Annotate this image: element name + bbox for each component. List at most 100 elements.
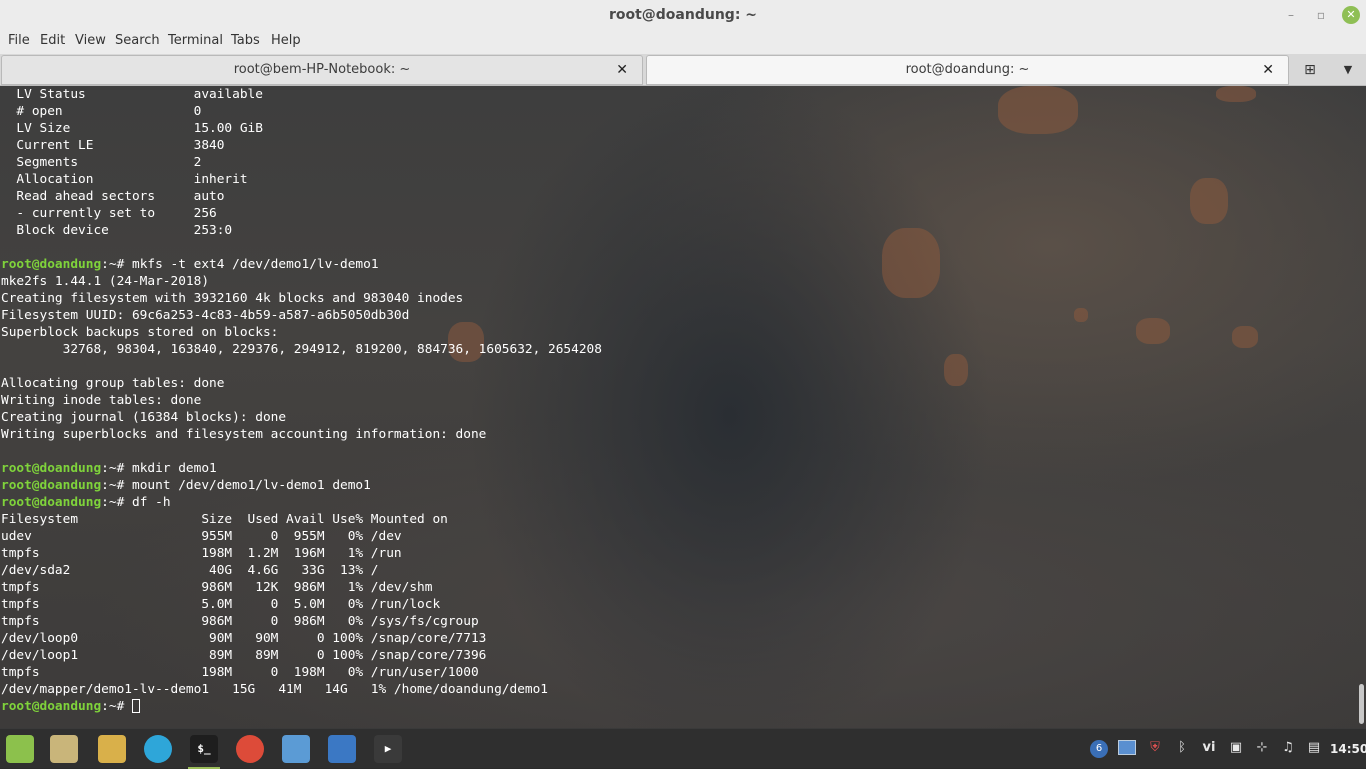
close-button[interactable]: ✕ (1342, 6, 1360, 24)
tab-label: root@doandung: ~ (905, 62, 1030, 77)
terminal-line: /dev/loop0 90M 90M 0 100% /snap/core/771… (1, 630, 602, 647)
shell-prompt: root@doandung (1, 461, 102, 476)
terminal-scrollbar[interactable] (1356, 86, 1366, 728)
output-text: Filesystem UUID: 69c6a253-4c83-4b59-a587… (1, 308, 410, 323)
terminal-line: Segments 2 (1, 154, 602, 171)
menu-search[interactable]: Search (115, 30, 160, 54)
notifications-icon[interactable]: 6 (1088, 737, 1110, 759)
media-player-icon[interactable]: ▶ (372, 733, 404, 765)
minimize-button[interactable]: – (1282, 6, 1300, 24)
scrollbar-thumb[interactable] (1359, 684, 1364, 724)
terminal-line: tmpfs 198M 1.2M 196M 1% /run (1, 545, 602, 562)
terminal-view[interactable]: LV Status available # open 0 LV Size 15.… (0, 86, 1366, 728)
notifications-count: 6 (1090, 740, 1108, 758)
background-lantern (1216, 86, 1256, 102)
menu-help[interactable]: Help (271, 30, 301, 54)
menu-view[interactable]: View (75, 30, 106, 54)
terminal-output: LV Status available # open 0 LV Size 15.… (1, 86, 602, 715)
prompt-path: :~ (101, 257, 117, 272)
terminal-line: 32768, 98304, 163840, 229376, 294912, 81… (1, 341, 602, 358)
background-lantern (1074, 308, 1088, 322)
shell-prompt: root@doandung (1, 478, 102, 493)
background-lantern (944, 354, 968, 386)
folder-icon[interactable] (48, 733, 80, 765)
prompt-path: :~ (101, 478, 117, 493)
terminal-line: /dev/loop1 89M 89M 0 100% /snap/core/739… (1, 647, 602, 664)
prompt-path: :~ (101, 495, 117, 510)
terminal-line: root@doandung:~# df -h (1, 494, 602, 511)
terminal-line: Writing superblocks and filesystem accou… (1, 426, 602, 443)
terminal-line: tmpfs 5.0M 0 5.0M 0% /run/lock (1, 596, 602, 613)
terminal-icon[interactable]: $_ (188, 733, 220, 769)
sound-icon[interactable]: ♫ (1278, 737, 1298, 759)
network-manager-icon[interactable] (1116, 737, 1138, 759)
background-lantern (1232, 326, 1258, 348)
bluetooth-icon[interactable]: ᛒ (1172, 737, 1192, 759)
tab-close-icon[interactable]: ✕ (616, 56, 628, 84)
terminal-line: tmpfs 986M 12K 986M 1% /dev/shm (1, 579, 602, 596)
output-text: - currently set to 256 (1, 206, 217, 221)
output-text: Block device 253:0 (1, 223, 233, 238)
chrome-icon[interactable] (234, 733, 266, 765)
tab-doandung[interactable]: root@doandung: ~ ✕ (646, 55, 1289, 85)
command-text: # mkfs -t ext4 /dev/demo1/lv-demo1 (116, 257, 379, 272)
tab-bem-hp-notebook[interactable]: root@bem-HP-Notebook: ~ ✕ (1, 55, 643, 85)
terminal-line: Creating journal (16384 blocks): done (1, 409, 602, 426)
output-text: tmpfs 198M 0 198M 0% /run/user/1000 (1, 665, 479, 680)
mint-menu-icon[interactable] (4, 733, 36, 765)
output-text: # open 0 (1, 104, 202, 119)
menu-edit[interactable]: Edit (40, 30, 65, 54)
terminal-line: Read ahead sectors auto (1, 188, 602, 205)
menu-tabs[interactable]: Tabs (231, 30, 260, 54)
maximize-button[interactable]: ▫ (1312, 6, 1330, 24)
update-shield-icon[interactable]: ⛨ (1144, 737, 1166, 759)
shell-prompt: root@doandung (1, 495, 102, 510)
terminal-line: root@doandung:~# (1, 698, 602, 715)
output-text: Creating journal (16384 blocks): done (1, 410, 287, 425)
keyboard-layout-indicator[interactable]: vi (1198, 737, 1220, 759)
clipboard-icon[interactable]: ▣ (1226, 737, 1246, 759)
terminal-line: Writing inode tables: done (1, 392, 602, 409)
files-icon[interactable] (96, 733, 128, 765)
battery-icon[interactable]: ▤ (1304, 737, 1324, 759)
telegram-icon[interactable] (142, 733, 174, 765)
output-text: /dev/loop0 90M 90M 0 100% /snap/core/771… (1, 631, 487, 646)
output-text: Writing superblocks and filesystem accou… (1, 427, 487, 442)
image-viewer-icon[interactable] (280, 733, 312, 765)
output-text: Segments 2 (1, 155, 202, 170)
shell-prompt: root@doandung (1, 699, 102, 714)
menu-file[interactable]: File (8, 30, 30, 54)
terminal-cursor (132, 699, 141, 713)
terminal-line: Superblock backups stored on blocks: (1, 324, 602, 341)
terminal-line: Current LE 3840 (1, 137, 602, 154)
terminal-line: udev 955M 0 955M 0% /dev (1, 528, 602, 545)
clock[interactable]: 14:50 (1330, 729, 1366, 769)
tab-menu-chevron-down-icon[interactable]: ▼ (1338, 58, 1358, 82)
output-text: Allocating group tables: done (1, 376, 225, 391)
output-text: /dev/loop1 89M 89M 0 100% /snap/core/739… (1, 648, 487, 663)
output-text: Current LE 3840 (1, 138, 225, 153)
command-text: # df -h (116, 495, 171, 510)
window-title-bar[interactable]: root@doandung: ~ – ▫ ✕ (0, 0, 1366, 30)
tab-bar: root@bem-HP-Notebook: ~ ✕ root@doandung:… (0, 54, 1366, 86)
text-editor-icon[interactable] (326, 733, 358, 765)
background-lantern (998, 86, 1078, 134)
output-text: /dev/sda2 40G 4.6G 33G 13% / (1, 563, 379, 578)
network-icon[interactable]: ⊹ (1252, 737, 1272, 759)
terminal-line: Creating filesystem with 3932160 4k bloc… (1, 290, 602, 307)
terminal-line: /dev/mapper/demo1-lv--demo1 15G 41M 14G … (1, 681, 602, 698)
terminal-line: tmpfs 986M 0 986M 0% /sys/fs/cgroup (1, 613, 602, 630)
menu-terminal[interactable]: Terminal (168, 30, 223, 54)
output-text: tmpfs 198M 1.2M 196M 1% /run (1, 546, 402, 561)
output-text: udev 955M 0 955M 0% /dev (1, 529, 402, 544)
background-lantern (882, 228, 940, 298)
prompt-path: :~ (101, 461, 117, 476)
taskbar: $_ ▶ 6 ⛨ ᛒ vi ▣ ⊹ ♫ ▤ 14:50 (0, 728, 1366, 769)
background-lantern (1190, 178, 1228, 224)
terminal-line: root@doandung:~# mkfs -t ext4 /dev/demo1… (1, 256, 602, 273)
tab-close-icon[interactable]: ✕ (1262, 56, 1274, 84)
output-text: Allocation inherit (1, 172, 248, 187)
new-tab-icon[interactable]: ⊞ (1298, 58, 1322, 82)
terminal-line: Allocation inherit (1, 171, 602, 188)
